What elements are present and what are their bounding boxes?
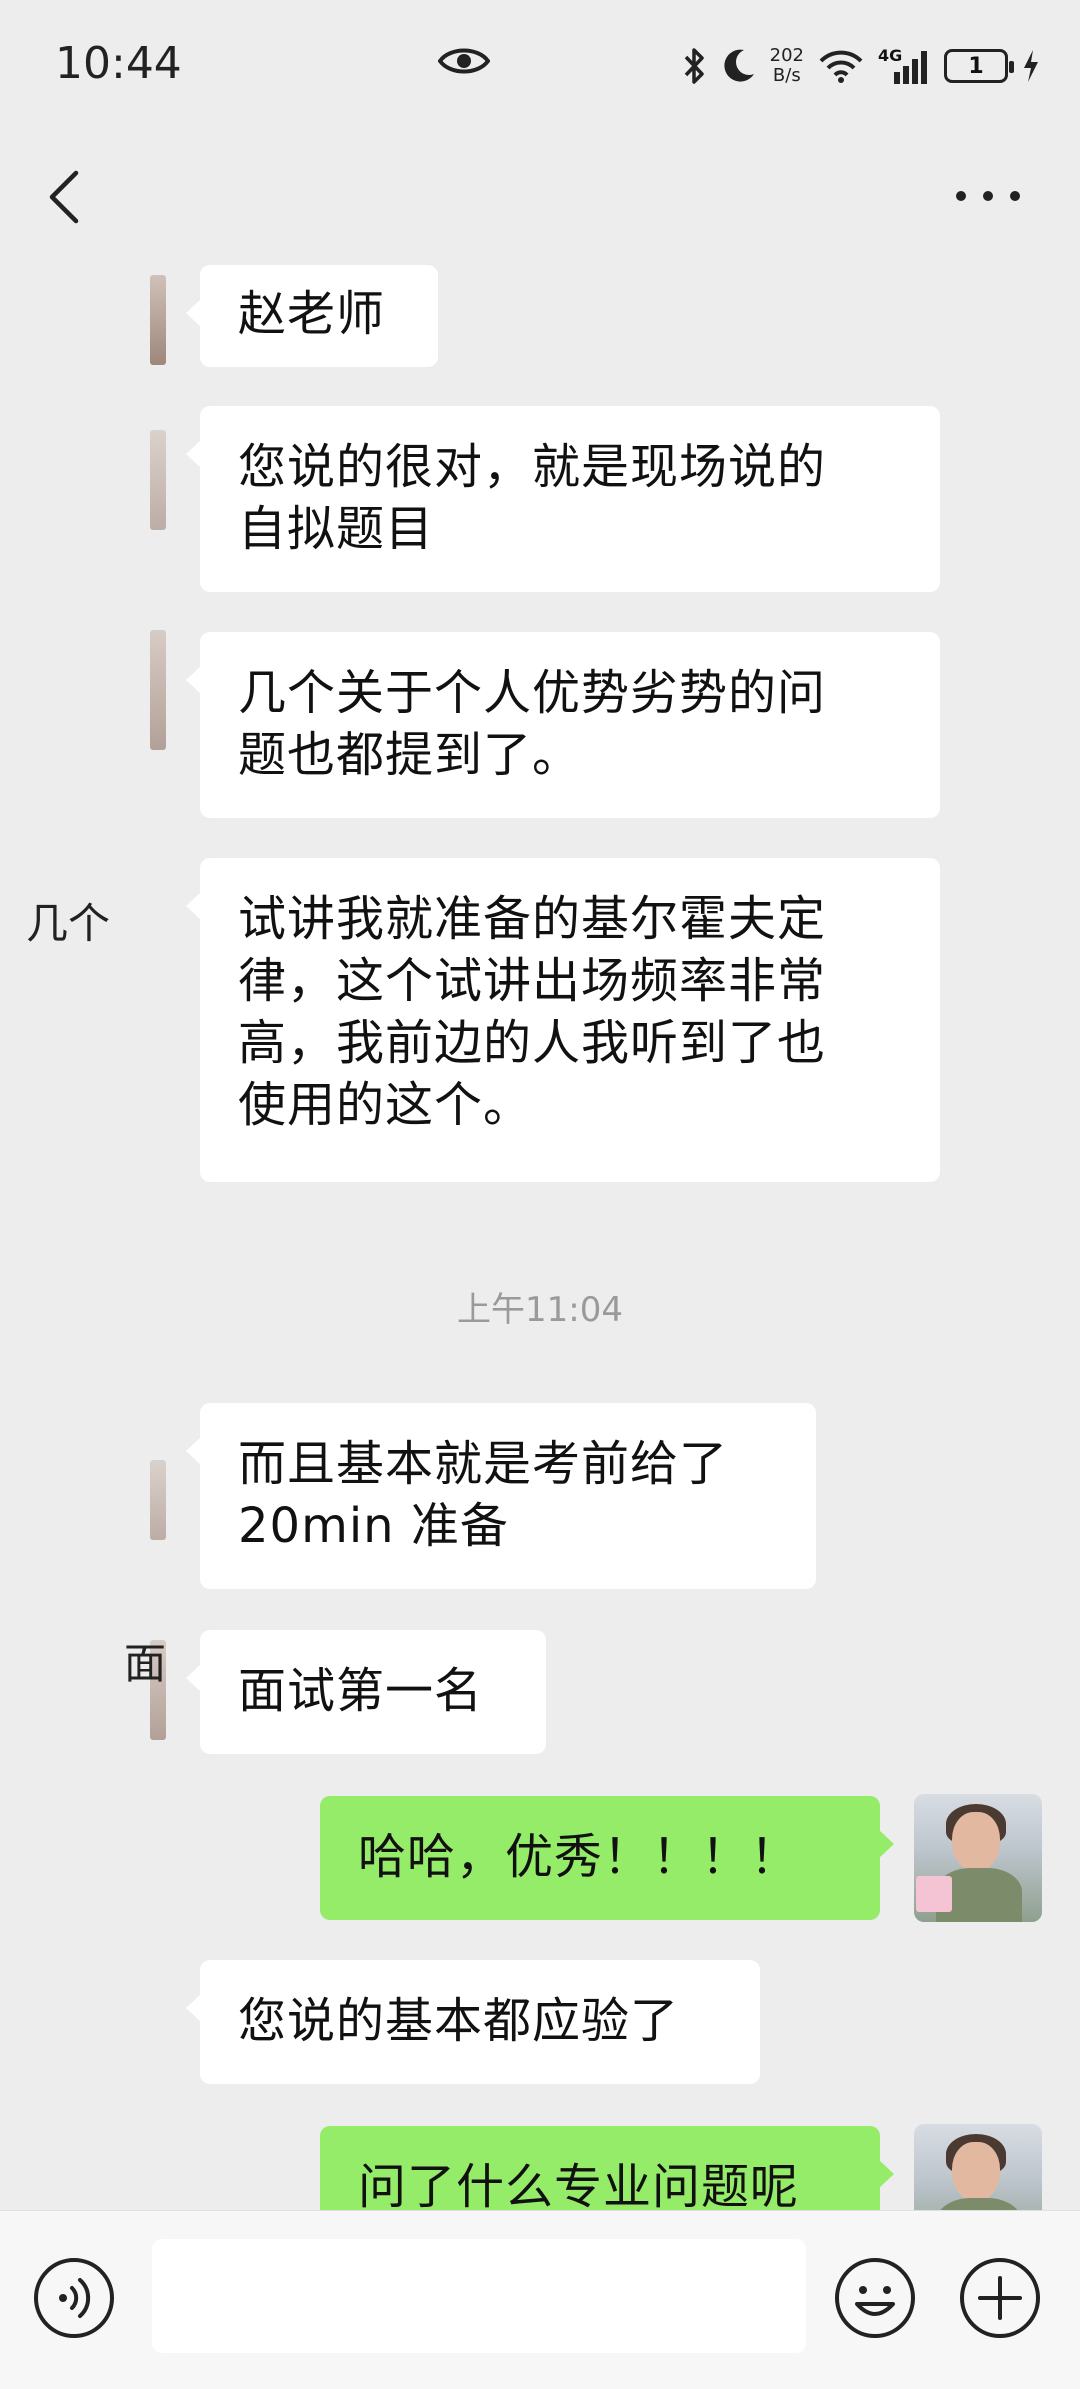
message-bubble[interactable]: 而且基本就是考前给了 20min 准备 [186,1403,816,1589]
plus-icon[interactable] [958,2256,1042,2340]
bluetooth-icon [684,48,704,84]
avatar [150,430,166,530]
wifi-icon [819,50,863,83]
net-speed-value: 202 [769,45,804,66]
message-bubble[interactable]: 您说的很对，就是现场说的 自拟题目 [186,406,940,592]
message-input[interactable] [152,2239,806,2353]
emoji-icon[interactable] [833,2256,917,2340]
message-bubble[interactable]: 试讲我就准备的基尔霍夫定 律，这个试讲出场频率非常 高，我前边的人我听到了也 使… [186,858,940,1182]
chat-timestamp: 上午11:04 [457,1290,623,1330]
battery-icon: 1 [944,49,1014,83]
message-bubble[interactable]: 您说的基本都应验了 [186,1960,760,2084]
avatar [150,1460,166,1540]
net-speed-unit: B/s [772,65,801,86]
cropped-text: 几个 [26,899,111,948]
avatar[interactable] [914,1794,1042,1922]
status-icons: 202 B/s 4G 1 [682,38,1040,94]
avatar [150,630,166,750]
cropped-text: 面 [124,1639,167,1688]
status-bar: 10:44 202 B/s 4G 1 [0,0,1080,135]
message-bubble[interactable]: 哈哈，优秀！！！！ [320,1796,894,1920]
net-speed: 202 B/s [770,46,804,86]
eye-icon [438,48,490,74]
signal-icon: 4G [878,46,930,86]
back-icon[interactable] [44,169,84,225]
voice-icon[interactable] [32,2256,116,2340]
message-bubble[interactable]: 几个关于个人优势劣势的问 题也都提到了。 [186,632,940,818]
input-bar [0,2210,1080,2389]
status-time: 10:44 [55,38,182,89]
more-icon[interactable] [956,181,1020,211]
chat-header [0,135,1080,260]
moon-icon [724,49,754,82]
avatar [150,275,166,365]
message-bubble[interactable]: 面试第一名 [186,1630,546,1754]
message-bubble[interactable]: 赵老师 [186,265,438,367]
charging-icon [1024,50,1038,82]
